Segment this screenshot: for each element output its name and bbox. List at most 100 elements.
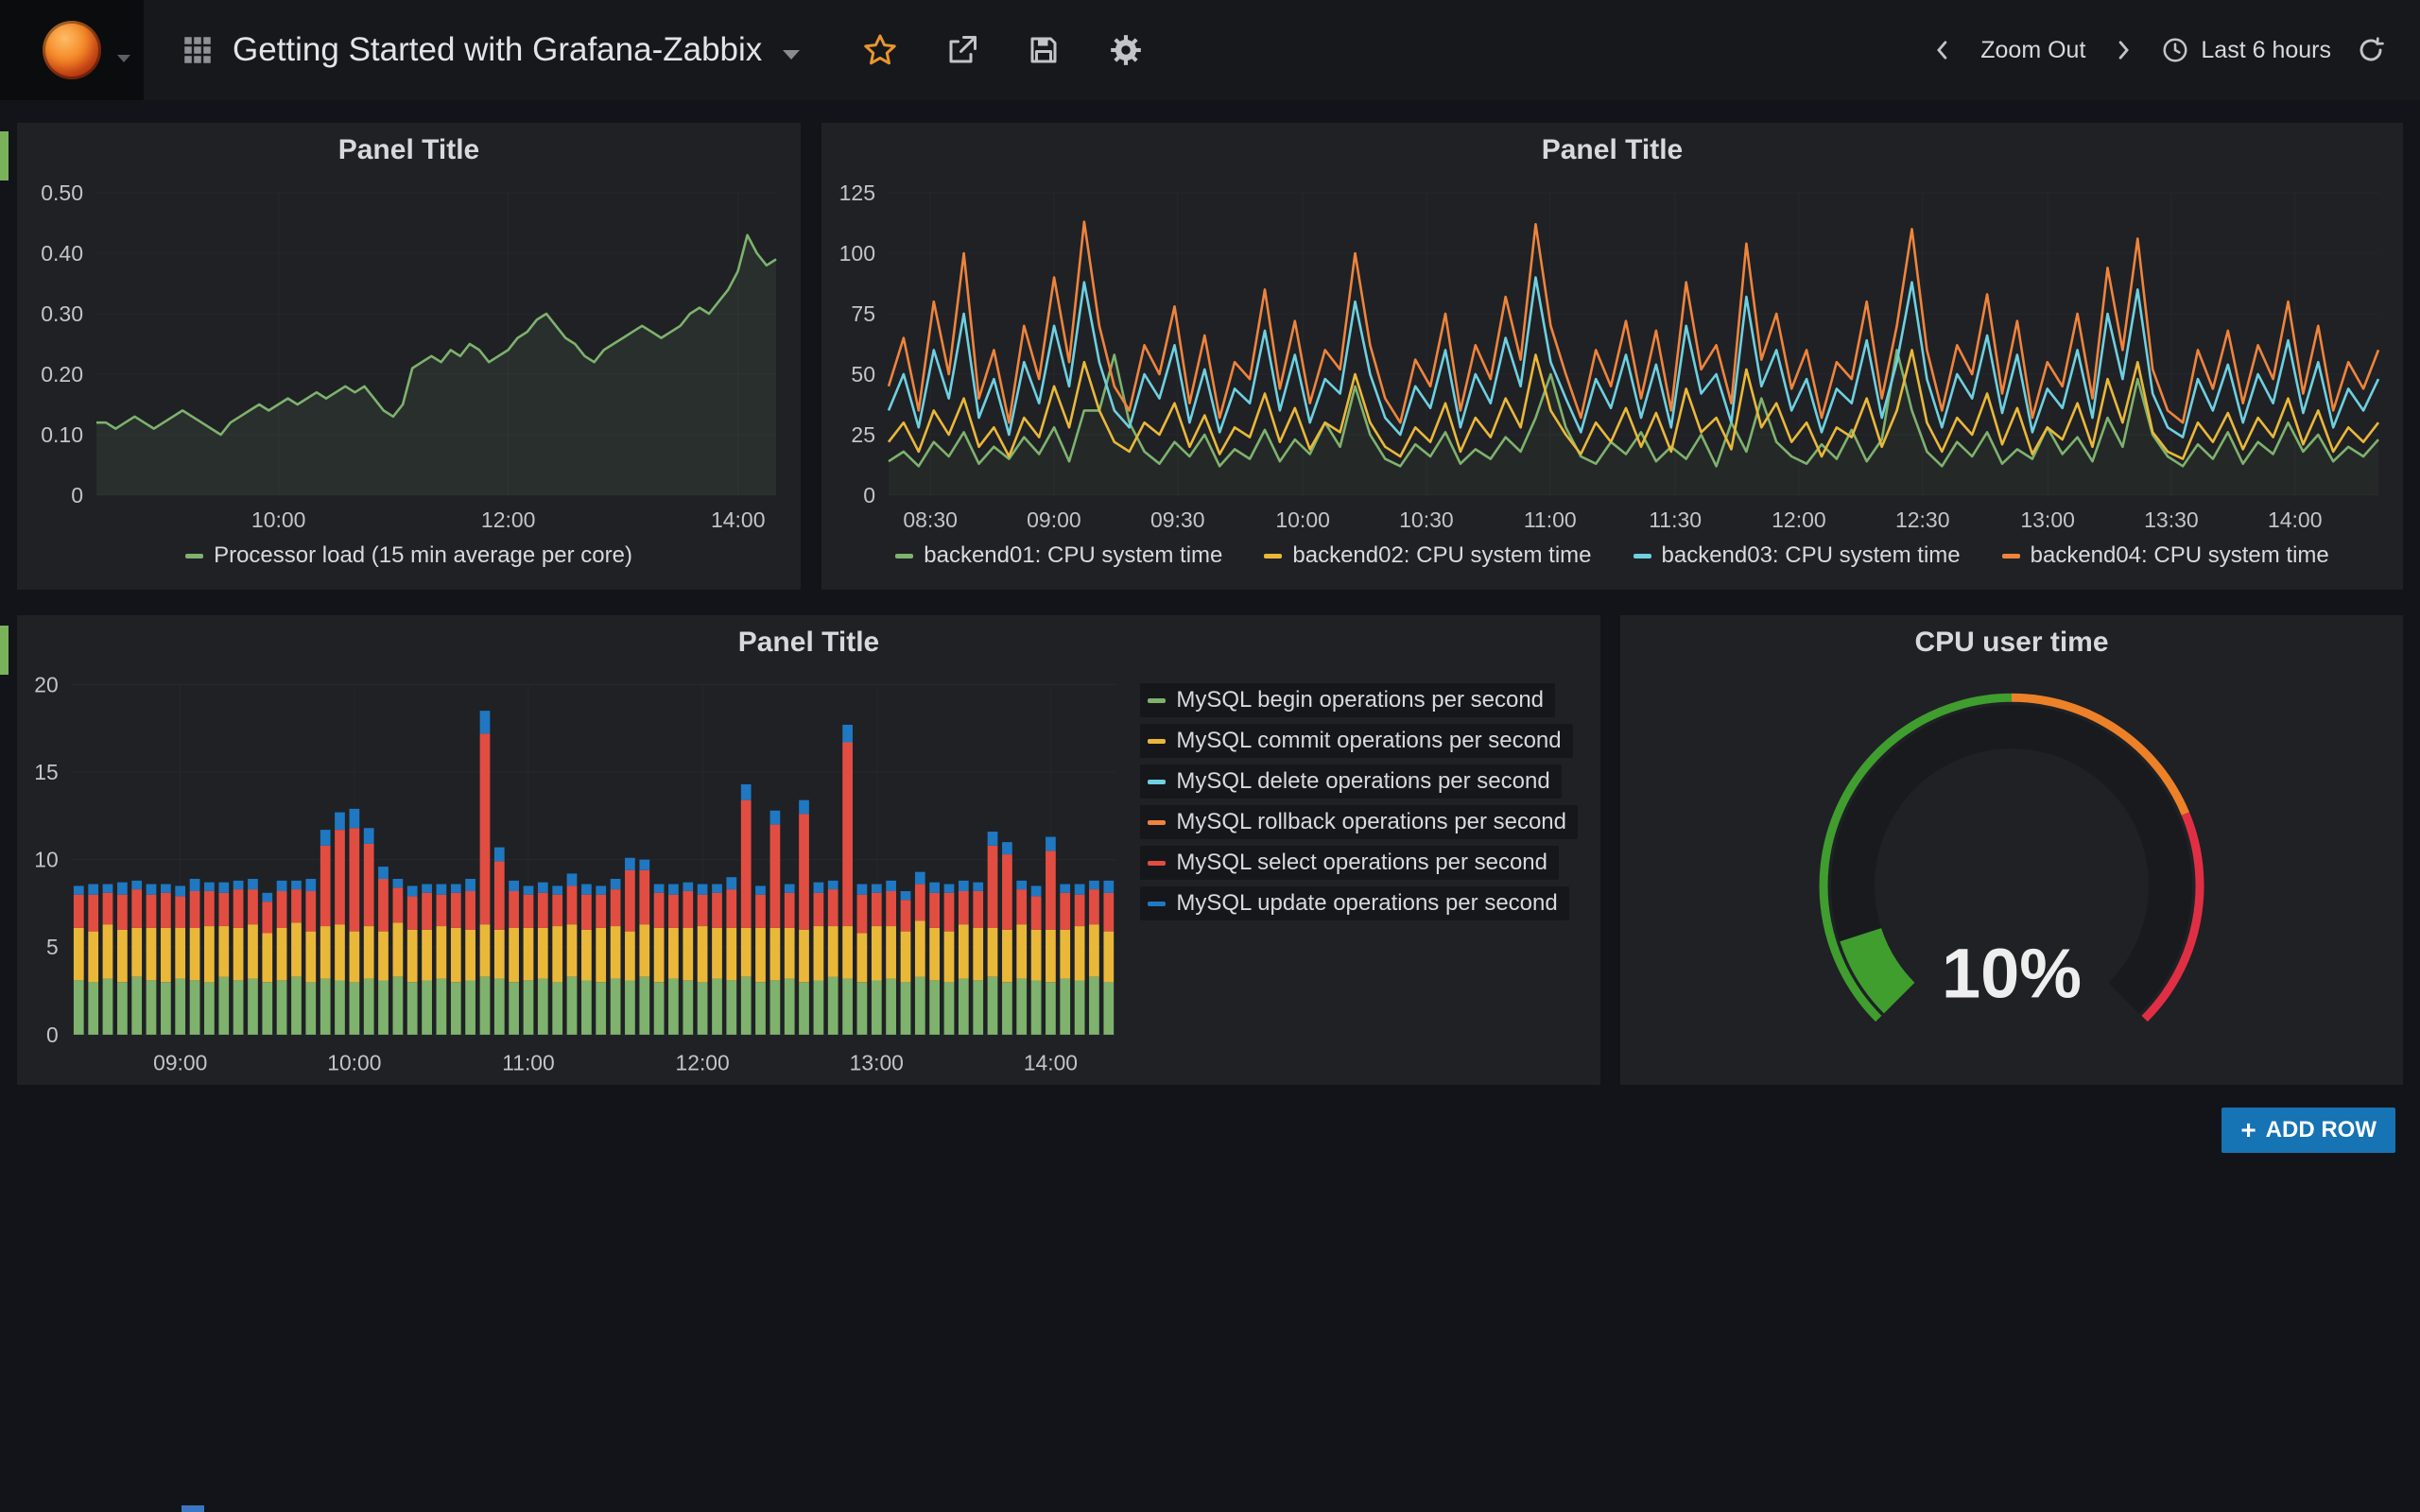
add-row-label: ADD ROW [2266,1117,2377,1143]
panel-cpu-system-time: Panel Title 08:30 09:00 09:30 10:00 10:30 11:… [821,123,2403,590]
legend-item[interactable]: Processor load (15 min average per core) [185,542,632,569]
svg-text:10:30: 10:30 [1399,507,1454,532]
svg-text:0.50: 0.50 [41,180,83,205]
line-chart[interactable]: 10:0012:0014:0000.100.200.300.400.50 [17,178,801,539]
svg-text:12:30: 12:30 [1895,507,1950,532]
legend: Processor load (15 min average per core) [17,539,801,590]
svg-text:0: 0 [46,1022,59,1047]
plus-icon: + [2240,1117,2256,1143]
svg-text:13:30: 13:30 [2144,507,2199,532]
chevron-left-icon [1929,37,1956,63]
save-icon [1027,33,1061,67]
svg-text:09:30: 09:30 [1150,507,1205,532]
panel-title[interactable]: Panel Title [17,615,1600,670]
clock-icon [2161,36,2189,64]
legend-marker [185,554,203,558]
scroll-indicator [182,1505,204,1512]
legend-label: backend01: CPU system time [924,542,1222,569]
star-button[interactable] [862,32,898,68]
legend-item[interactable]: backend03: CPU system time [1634,542,1961,569]
svg-text:20: 20 [34,672,58,696]
time-range-label: Last 6 hours [2201,37,2331,64]
legend-label: MySQL update operations per second [1176,890,1557,917]
svg-text:14:00: 14:00 [1024,1051,1078,1075]
legend-marker [2002,554,2020,558]
svg-text:25: 25 [851,422,875,447]
caret-down-icon[interactable] [783,50,800,60]
star-icon [862,32,898,68]
gauge-chart[interactable]: 10% [1620,670,2403,1085]
svg-text:11:00: 11:00 [502,1051,554,1075]
stacked-bar-chart[interactable]: 09:0010:0011:0012:0013:0014:0005101520 [17,670,1134,1085]
legend-label: MySQL commit operations per second [1176,728,1561,754]
legend-item[interactable]: MySQL rollback operations per second [1140,805,1578,839]
legend-item[interactable]: MySQL begin operations per second [1140,683,1555,717]
dashboard-title[interactable]: Getting Started with Grafana-Zabbix [233,31,762,69]
time-back-button[interactable] [1929,37,1956,63]
legend-item[interactable]: MySQL commit operations per second [1140,724,1572,758]
svg-text:0.30: 0.30 [41,301,83,326]
svg-text:0: 0 [863,483,875,507]
legend-label: MySQL begin operations per second [1176,687,1544,713]
legend-marker [1264,554,1282,558]
svg-text:09:00: 09:00 [1027,507,1081,532]
add-row-button[interactable]: + ADD ROW [2221,1108,2395,1153]
navbar: Getting Started with Grafana-Zabbix [0,0,2420,100]
panel-title[interactable]: Panel Title [821,123,2403,178]
legend-label: MySQL select operations per second [1176,850,1547,876]
panel-title[interactable]: Panel Title [17,123,801,178]
svg-text:08:30: 08:30 [903,507,958,532]
svg-text:10:00: 10:00 [1275,507,1330,532]
refresh-button[interactable] [2356,35,2386,65]
svg-text:0.10: 0.10 [41,422,83,447]
svg-text:15: 15 [34,760,58,784]
grafana-logo-icon [43,21,101,79]
legend-label: backend02: CPU system time [1292,542,1591,569]
settings-button[interactable] [1108,32,1144,68]
legend-marker [1148,902,1166,906]
legend-marker [1148,698,1166,703]
svg-text:50: 50 [851,362,875,387]
legend-item[interactable]: MySQL delete operations per second [1140,765,1561,799]
time-range-button[interactable]: Last 6 hours [2161,36,2331,64]
svg-text:5: 5 [46,935,59,959]
legend-label: Processor load (15 min average per core) [214,542,632,569]
chevron-right-icon [2110,37,2136,63]
panel-processor-load: Panel Title 10:0012:0014:0000.100.200.30… [17,123,801,590]
legend-item[interactable]: MySQL update operations per second [1140,886,1568,920]
svg-text:0.40: 0.40 [41,241,83,266]
row-handle[interactable] [0,131,9,180]
legend-item[interactable]: backend04: CPU system time [2002,542,2329,569]
legend-item[interactable]: backend02: CPU system time [1264,542,1591,569]
line-chart[interactable]: 08:3009:0009:3010:0010:3011:0011:3012:00… [821,178,2403,539]
svg-text:75: 75 [851,301,875,326]
legend-label: MySQL delete operations per second [1176,768,1549,795]
legend-item[interactable]: MySQL select operations per second [1140,846,1559,880]
svg-text:10:00: 10:00 [327,1051,381,1075]
dashboard-grid-icon[interactable] [183,36,212,64]
row-handle[interactable] [0,626,9,675]
svg-text:11:00: 11:00 [1524,507,1577,532]
refresh-icon [2356,35,2386,65]
caret-down-icon [117,55,130,62]
svg-text:125: 125 [839,180,875,205]
share-icon [945,33,979,67]
save-button[interactable] [1027,33,1061,67]
svg-text:12:00: 12:00 [1772,507,1826,532]
svg-text:10%: 10% [1942,934,2082,1012]
zoom-out-button[interactable]: Zoom Out [1980,37,2085,64]
svg-text:100: 100 [839,241,875,266]
svg-text:0: 0 [71,483,83,507]
svg-text:12:00: 12:00 [481,507,536,532]
panel-cpu-user-time-gauge: CPU user time 10% [1620,615,2403,1085]
legend-item[interactable]: backend01: CPU system time [895,542,1222,569]
panel-mysql-operations: Panel Title 09:0010:0011:0012:0013:0014:… [17,615,1600,1085]
time-forward-button[interactable] [2110,37,2136,63]
legend-marker [1634,554,1651,558]
share-button[interactable] [945,33,979,67]
svg-text:12:00: 12:00 [676,1051,730,1075]
svg-text:10:00: 10:00 [251,507,306,532]
grafana-menu-button[interactable] [0,0,144,100]
legend-marker [1148,739,1166,744]
panel-title[interactable]: CPU user time [1620,615,2403,670]
